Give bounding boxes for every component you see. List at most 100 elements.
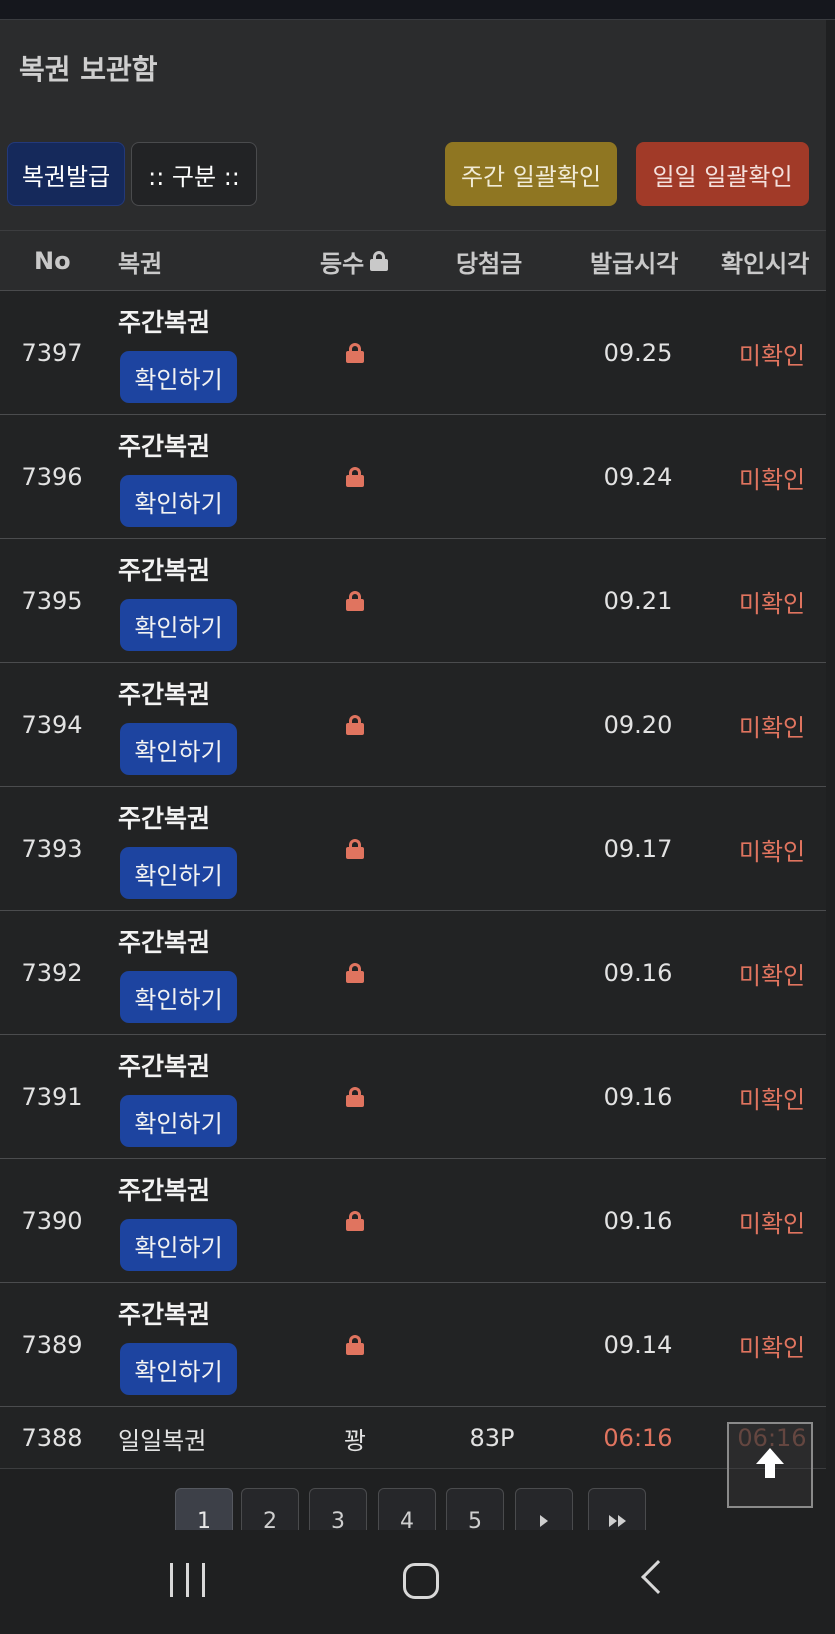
page-button-4[interactable]: 4 xyxy=(378,1488,436,1530)
table-row: 7396 주간복권확인하기 09.24 미확인 xyxy=(0,415,826,539)
page-button-2[interactable]: 2 xyxy=(241,1488,299,1530)
check-lottery-button[interactable]: 확인하기 xyxy=(120,1219,237,1271)
android-nav-bar xyxy=(0,1530,835,1634)
back-icon[interactable] xyxy=(641,1560,675,1594)
row-confirmed: 미확인 xyxy=(738,1085,806,1114)
arrow-up-icon xyxy=(753,1448,787,1482)
lock-icon xyxy=(346,715,364,735)
row-type: 주간복권 xyxy=(118,1300,211,1329)
status-bar xyxy=(0,0,835,20)
row-no: 7390 xyxy=(21,1207,83,1235)
row-rank: 꽝 xyxy=(343,1426,367,1455)
row-issued: 09.24 xyxy=(603,463,673,491)
table-row: 7393 주간복권 확인하기 09.17 미확인 xyxy=(0,787,826,911)
row-no: 7392 xyxy=(21,959,83,987)
row-type: 주간복권 xyxy=(118,804,211,833)
row-no: 7395 xyxy=(21,587,83,615)
row-issued: 09.21 xyxy=(603,587,673,615)
page-button-3[interactable]: 3 xyxy=(309,1488,367,1530)
page-title: 복권 보관함 xyxy=(19,53,158,86)
check-lottery-button[interactable]: 확인하기 xyxy=(120,351,237,403)
row-confirmed: 미확인 xyxy=(738,1333,806,1362)
row-issued: 09.14 xyxy=(603,1331,673,1359)
row-rank xyxy=(330,787,380,911)
header-type: 복권 xyxy=(118,249,163,278)
row-rank xyxy=(330,1035,380,1159)
header-confirmed: 확인시각 xyxy=(721,249,810,278)
lock-icon xyxy=(346,1211,364,1231)
lock-icon xyxy=(346,1335,364,1355)
lottery-table: No 복권 등수 당첨금 발급시각 확인시각 7397 주간복권 확인하기 09.25… xyxy=(0,230,826,1469)
header-rank-label: 등수 xyxy=(320,249,365,278)
row-issued: 09.17 xyxy=(603,835,673,863)
check-lottery-button[interactable]: 확인하기 xyxy=(120,1343,237,1395)
last-page-button[interactable] xyxy=(588,1488,646,1530)
row-issued: 09.16 xyxy=(603,959,673,987)
header-no: No xyxy=(34,247,71,275)
pagination: 1 2 3 4 5 xyxy=(0,1488,835,1530)
weekly-confirm-all-button[interactable]: 주간 일괄확인 xyxy=(445,142,617,206)
row-confirmed: 미확인 xyxy=(738,465,806,494)
row-confirmed: 미확인 xyxy=(738,837,806,866)
row-issued: 09.16 xyxy=(603,1083,673,1111)
row-type: 주간복권 xyxy=(118,432,211,461)
check-lottery-button[interactable]: 확인하기 xyxy=(120,723,237,775)
lock-icon xyxy=(370,251,389,271)
row-issued: 06:16 xyxy=(603,1424,673,1452)
lock-icon xyxy=(346,467,364,487)
header-prize: 당첨금 xyxy=(456,249,523,278)
row-rank xyxy=(330,1159,380,1283)
scroll-to-top-button[interactable] xyxy=(727,1422,813,1508)
row-prize: 83P xyxy=(469,1424,515,1452)
daily-confirm-all-button[interactable]: 일일 일괄확인 xyxy=(636,142,809,206)
row-no: 7396 xyxy=(21,463,83,491)
row-issued: 09.20 xyxy=(603,711,673,739)
row-type: 주간복권 xyxy=(118,1052,211,1081)
page-button-5[interactable]: 5 xyxy=(446,1488,504,1530)
row-rank xyxy=(330,539,380,663)
check-lottery-button[interactable]: 확인하기 xyxy=(120,971,237,1023)
issue-lottery-button[interactable]: 복권발급 xyxy=(7,142,125,206)
chevron-right-icon xyxy=(540,1515,548,1527)
table-row: 7392 주간복권 확인하기 09.16 미확인 xyxy=(0,911,826,1035)
row-type: 주간복권 xyxy=(118,928,211,957)
row-type: 주간복권 xyxy=(118,1176,211,1205)
check-lottery-button[interactable]: 확인하기 xyxy=(120,1095,237,1147)
row-type: 주간복권 xyxy=(118,556,211,585)
lock-icon xyxy=(346,1087,364,1107)
double-chevron-right-icon xyxy=(608,1515,617,1527)
next-page-button[interactable] xyxy=(515,1488,573,1530)
check-lottery-button[interactable]: 확인하기 xyxy=(120,599,237,651)
check-lottery-button[interactable]: 확인하기 xyxy=(120,847,237,899)
row-no: 7391 xyxy=(21,1083,83,1111)
double-chevron-right-icon-part xyxy=(617,1515,626,1527)
row-confirmed: 미확인 xyxy=(738,1209,806,1238)
lock-icon xyxy=(346,343,364,363)
row-no: 7397 xyxy=(21,339,83,367)
lock-icon xyxy=(346,963,364,983)
row-type: 일일복권 xyxy=(118,1426,207,1455)
row-rank xyxy=(330,1283,380,1407)
home-icon[interactable] xyxy=(403,1563,439,1599)
page-button-1[interactable]: 1 xyxy=(175,1488,233,1530)
row-rank xyxy=(330,415,380,539)
header-issued: 발급시각 xyxy=(590,249,679,278)
table-row: 7394 주간복권확인하기 09.20 미확인 xyxy=(0,663,826,787)
table-row: 7397 주간복권 확인하기 09.25 미확인 xyxy=(0,291,826,415)
table-row: 7391 주간복권확인하기 09.16 미확인 xyxy=(0,1035,826,1159)
row-rank xyxy=(330,663,380,787)
row-no: 7394 xyxy=(21,711,83,739)
check-lottery-button[interactable]: 확인하기 xyxy=(120,475,237,527)
row-type: 주간복권 xyxy=(118,680,211,709)
header-rank: 등수 xyxy=(320,231,389,291)
row-confirmed: 미확인 xyxy=(738,713,806,742)
table-row: 7395 주간복권 확인하기 09.21 미확인 xyxy=(0,539,826,663)
table-header: No 복권 등수 당첨금 발급시각 확인시각 xyxy=(0,230,826,291)
category-filter-select[interactable]: :: 구분 :: xyxy=(131,142,257,206)
table-row: 7388 일일복권 꽝 83P 06:16 06:16 xyxy=(0,1407,826,1469)
table-row: 7389 주간복권 확인하기 09.14 미확인 xyxy=(0,1283,826,1407)
recent-apps-icon[interactable] xyxy=(170,1563,206,1597)
row-no: 7388 xyxy=(21,1424,83,1452)
lock-icon xyxy=(346,839,364,859)
row-issued: 09.16 xyxy=(603,1207,673,1235)
